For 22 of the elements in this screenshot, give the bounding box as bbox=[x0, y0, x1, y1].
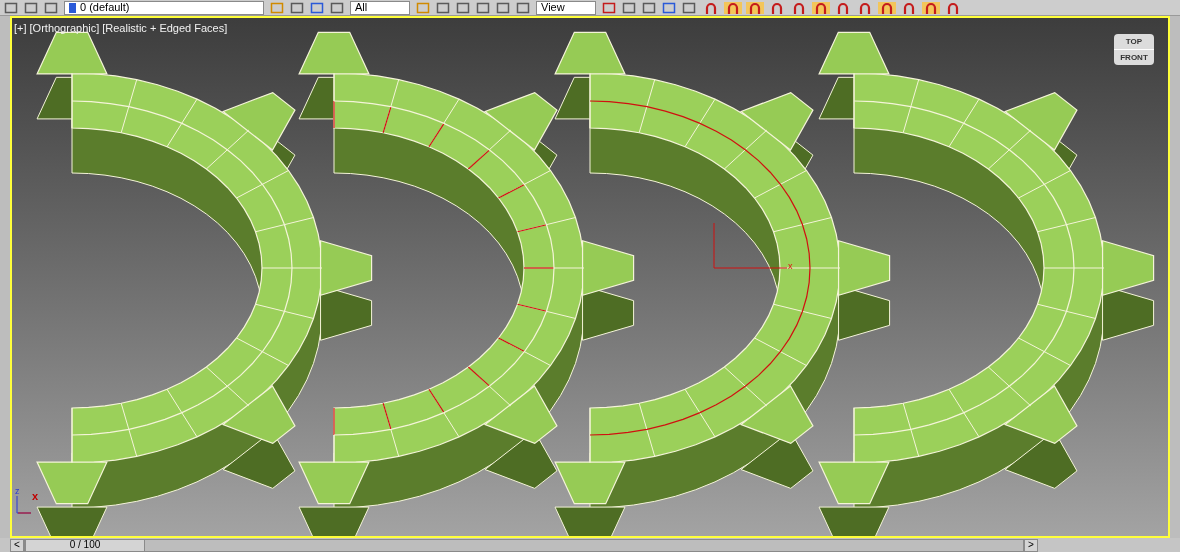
viewport-label[interactable]: [Realistic + Edged Faces] bbox=[102, 20, 228, 37]
viewcube-front-label: FRONT bbox=[1114, 49, 1154, 65]
gizmo-axis-label: x bbox=[788, 260, 793, 273]
time-slider-thumb[interactable]: 0 / 100 bbox=[25, 539, 145, 551]
magnet-icon[interactable] bbox=[746, 1, 764, 14]
previous-frame-button[interactable]: < bbox=[10, 538, 24, 552]
next-frame-button[interactable]: > bbox=[1024, 538, 1038, 552]
reference-coordinate-dropdown[interactable]: View bbox=[536, 0, 596, 15]
viewport[interactable]: x [+] [Orthographic] [Realistic + Edged Faces] TOP FRONT z x bbox=[10, 16, 1170, 538]
axis-x-label: x bbox=[32, 491, 39, 502]
viewcube-top-label: TOP bbox=[1125, 36, 1143, 48]
viewport-label[interactable]: [+] bbox=[14, 20, 27, 37]
layer-dropdown[interactable]: 0 (default) bbox=[64, 0, 264, 15]
axis-tripod-icon bbox=[16, 496, 32, 514]
magnet-icon[interactable] bbox=[724, 1, 742, 14]
viewport-label[interactable]: [Orthographic] bbox=[29, 20, 100, 37]
magnet-icon[interactable] bbox=[812, 1, 830, 14]
magnet-icon[interactable] bbox=[878, 1, 896, 14]
magnet-icon[interactable] bbox=[922, 1, 940, 14]
selection-filter-dropdown[interactable]: All bbox=[350, 0, 410, 15]
viewcube[interactable]: TOP FRONT bbox=[1114, 34, 1154, 65]
axis-z-label: z bbox=[15, 487, 20, 496]
